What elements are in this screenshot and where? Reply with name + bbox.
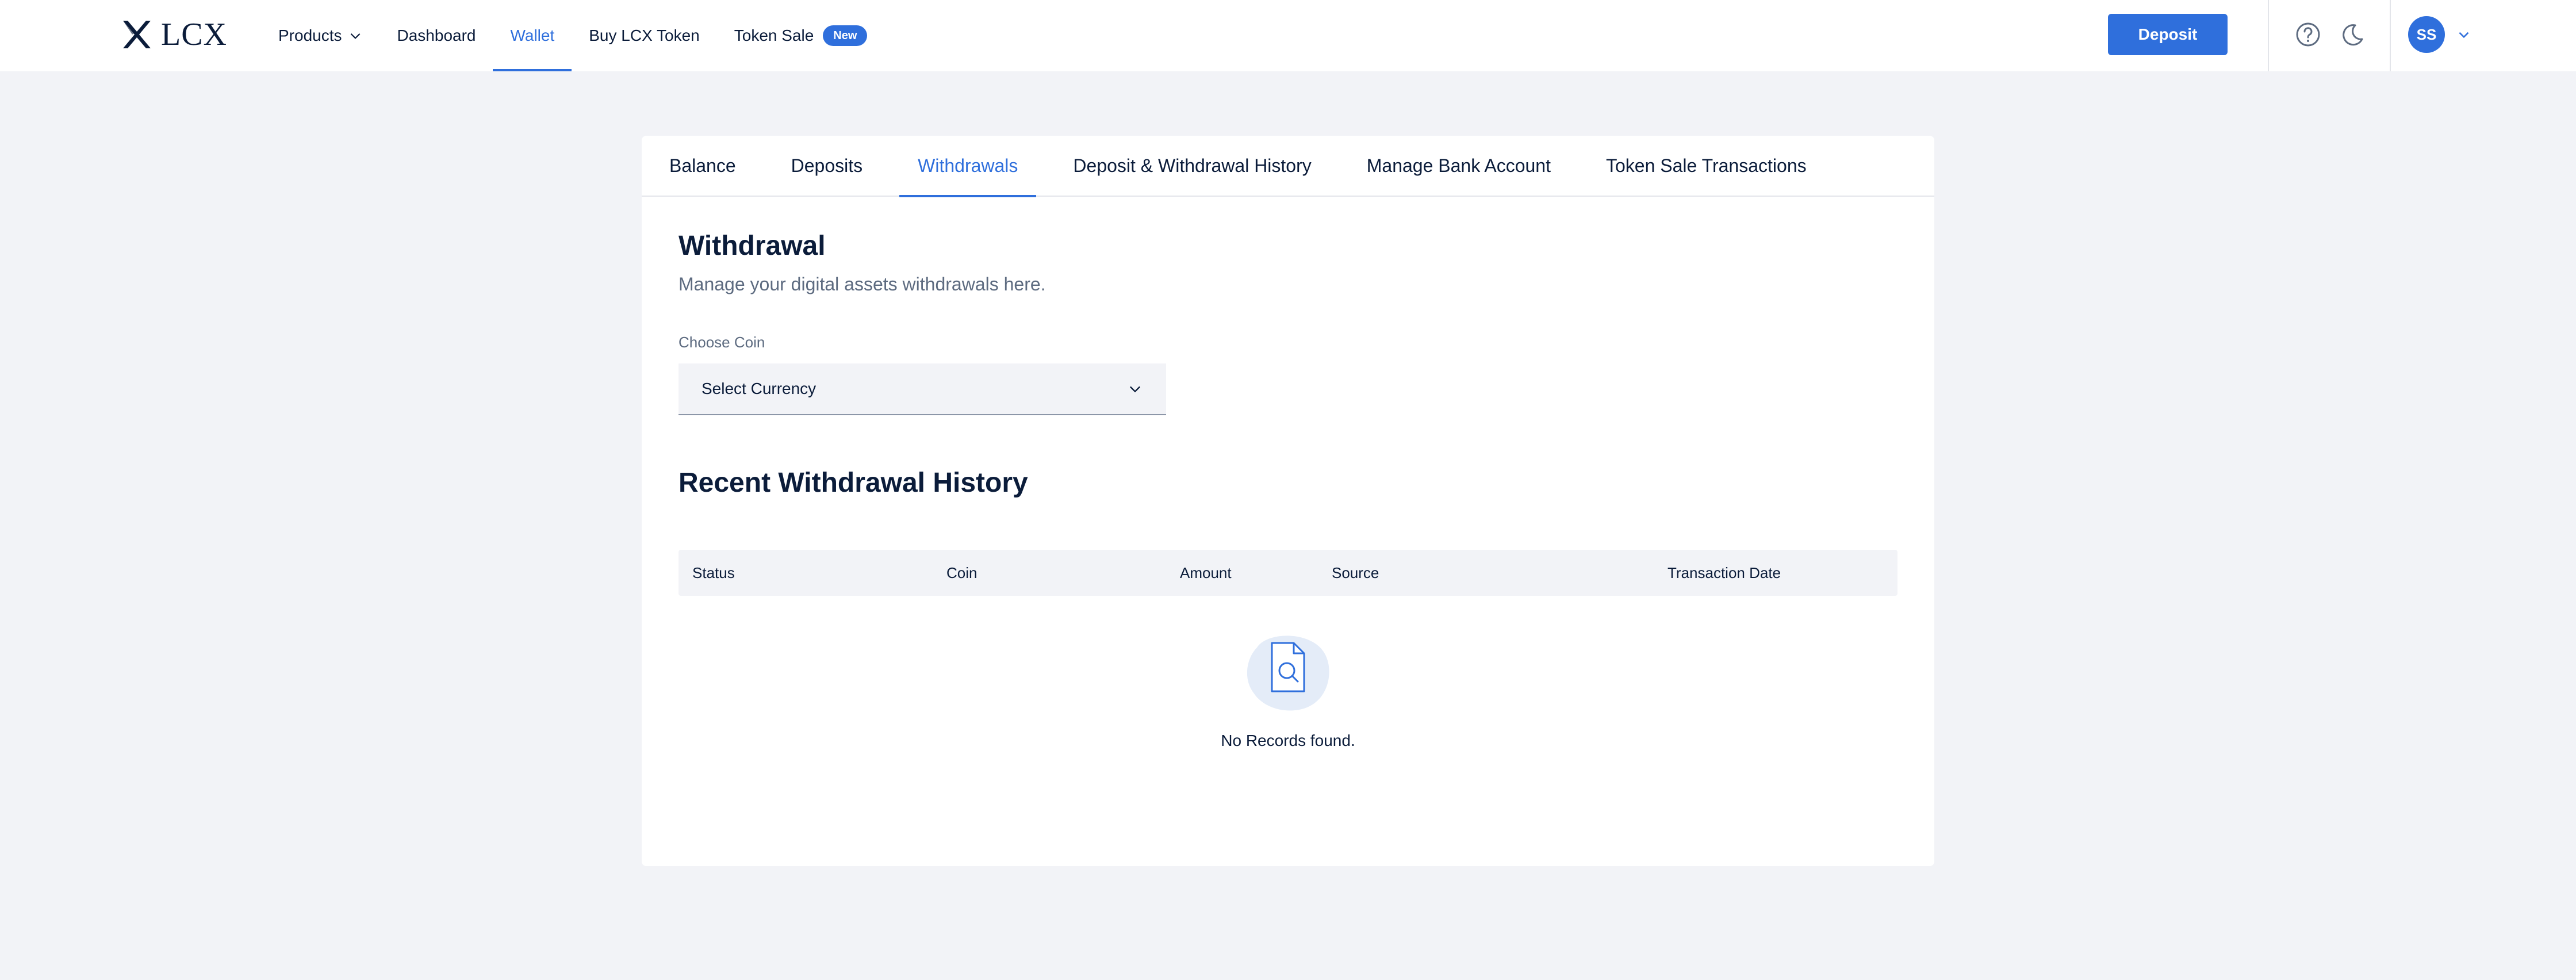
- chevron-down-icon: [1130, 386, 1140, 393]
- nav-token-sale-label: Token Sale: [734, 26, 814, 44]
- moon-icon: [2343, 24, 2363, 46]
- tab-balance[interactable]: Balance: [669, 135, 736, 196]
- column-transaction-date[interactable]: Transaction Date: [1667, 550, 1781, 596]
- page-subtitle: Manage your digital assets withdrawals h…: [678, 274, 1046, 294]
- brand-logo[interactable]: LCX: [120, 16, 227, 53]
- lcx-x-logo-icon: [123, 21, 151, 48]
- choose-coin-label: Choose Coin: [678, 334, 765, 351]
- nav-products-label: Products: [278, 26, 342, 44]
- column-status[interactable]: Status: [692, 550, 735, 596]
- help-circle-icon: [2296, 22, 2320, 47]
- column-coin[interactable]: Coin: [946, 550, 977, 596]
- tab-manage-bank-account[interactable]: Manage Bank Account: [1367, 135, 1551, 196]
- history-title: Recent Withdrawal History: [678, 468, 1028, 498]
- deposit-button[interactable]: Deposit: [2108, 14, 2228, 55]
- tab-deposit-withdrawal-history[interactable]: Deposit & Withdrawal History: [1073, 135, 1311, 196]
- header-divider: [2268, 0, 2269, 71]
- nav-wallet-label: Wallet: [510, 26, 555, 44]
- tab-token-sale-transactions[interactable]: Token Sale Transactions: [1606, 135, 1807, 196]
- nav-buy-lcx-token-label: Buy LCX Token: [589, 26, 700, 44]
- chevron-down-icon: [2459, 32, 2469, 39]
- chevron-down-icon: [350, 33, 360, 39]
- nav-wallet[interactable]: Wallet: [493, 0, 572, 71]
- wallet-tabs: Balance Deposits Withdrawals Deposit & W…: [642, 136, 1934, 197]
- theme-toggle-button[interactable]: [2338, 21, 2366, 48]
- nav-dashboard-label: Dashboard: [397, 26, 476, 44]
- tab-deposits[interactable]: Deposits: [791, 135, 863, 196]
- header-divider-2: [2390, 0, 2391, 71]
- brand-name: LCX: [161, 17, 227, 52]
- main-nav: Products Dashboard Wallet Buy LCX Token …: [278, 0, 884, 71]
- page-title: Withdrawal: [678, 231, 826, 261]
- top-navbar: LCX Products Dashboard Wallet Buy LCX To…: [0, 0, 2576, 71]
- nav-token-sale[interactable]: Token Sale New: [717, 0, 885, 71]
- table-header: Status Coin Amount Source Transaction Da…: [678, 550, 1897, 596]
- tab-withdrawals[interactable]: Withdrawals: [899, 135, 1037, 197]
- avatar: SS: [2408, 16, 2445, 53]
- nav-buy-lcx-token[interactable]: Buy LCX Token: [572, 0, 717, 71]
- empty-state-text: No Records found.: [1221, 732, 1355, 749]
- nav-dashboard[interactable]: Dashboard: [380, 0, 493, 71]
- nav-products[interactable]: Products: [278, 0, 380, 71]
- user-menu[interactable]: SS: [2408, 16, 2471, 53]
- column-source[interactable]: Source: [1332, 550, 1379, 596]
- document-search-icon: [1247, 636, 1329, 711]
- currency-select-value: Select Currency: [702, 380, 816, 397]
- wallet-card: Balance Deposits Withdrawals Deposit & W…: [642, 136, 1934, 866]
- currency-select[interactable]: Select Currency: [678, 363, 1166, 415]
- new-badge: New: [823, 25, 868, 46]
- column-amount[interactable]: Amount: [1180, 550, 1232, 596]
- help-button[interactable]: [2294, 21, 2322, 48]
